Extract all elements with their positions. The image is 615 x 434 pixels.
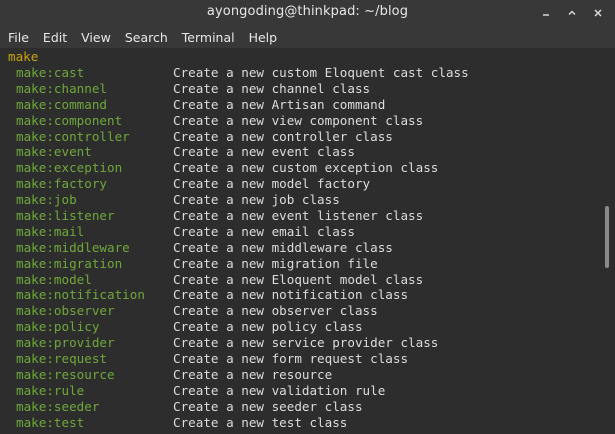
title-bar[interactable]: ayongoding@thinkpad: ~/blog <box>0 0 615 26</box>
maximize-icon[interactable] <box>565 6 579 20</box>
command-description: Create a new policy class <box>173 319 363 335</box>
command-name: make:component <box>16 112 123 128</box>
command-name: make:resource <box>16 366 115 382</box>
command-name: make:listener <box>16 208 115 224</box>
command-name: make:cast <box>16 65 85 80</box>
menu-search[interactable]: Search <box>125 29 168 45</box>
command-name: make:command <box>16 96 107 112</box>
command-description: Create a new test class <box>173 414 348 430</box>
command-description: Create a new notification class <box>173 287 409 303</box>
command-name: make:channel <box>16 80 107 96</box>
window-title: ayongoding@thinkpad: ~/blog <box>206 4 409 19</box>
command-name: make:factory <box>16 176 107 192</box>
command-description: Create a new event class <box>173 144 355 160</box>
command-description: Create a new controller class <box>173 128 393 144</box>
command-description: Create a new custom Eloquent cast class <box>173 65 469 80</box>
command-name: make:test <box>16 414 85 430</box>
vertical-scrollbar[interactable] <box>600 48 615 434</box>
window-controls <box>539 0 605 26</box>
menu-bar: File Edit View Search Terminal Help <box>0 26 615 48</box>
command-description: Create a new observer class <box>173 303 378 319</box>
command-name: make:policy <box>16 319 100 335</box>
command-name: make:event <box>16 144 92 160</box>
command-name: make:observer <box>16 303 115 319</box>
command-name: make:seeder <box>16 398 100 414</box>
command-name: make:notification <box>16 287 145 303</box>
command-name: make:exception <box>16 160 123 176</box>
command-description: Create a new custom exception class <box>173 160 439 176</box>
command-description: Create a new job class <box>173 192 340 208</box>
command-name: make:request <box>16 351 107 367</box>
command-name: make:rule <box>16 382 85 398</box>
command-name: make:migration <box>16 255 123 271</box>
command-description: Create a new event listener class <box>173 208 424 224</box>
command-name: make:controller <box>16 128 130 144</box>
menu-view[interactable]: View <box>81 29 111 45</box>
command-description: Create a new seeder class <box>173 398 363 414</box>
command-description: Create a new Eloquent model class <box>173 271 424 287</box>
scrollbar-thumb[interactable] <box>605 206 609 268</box>
command-description: Create a new middleware class <box>173 239 393 255</box>
command-name: make:mail <box>16 223 85 239</box>
menu-edit[interactable]: Edit <box>43 29 67 45</box>
command-description: Create a new form request class <box>173 351 409 367</box>
command-description: Create a new model factory <box>173 176 371 192</box>
command-description: Create a new view component class <box>173 112 424 128</box>
command-description: Create a new migration file <box>173 255 378 271</box>
command-name: make:job <box>16 192 77 208</box>
terminal-window: ayongoding@thinkpad: ~/blog File Edit Vi… <box>0 0 615 434</box>
command-group-header: make <box>8 49 39 64</box>
terminal-output[interactable]: make make:cast Create a new custom Eloque… <box>0 48 600 434</box>
command-name: make:provider <box>16 335 115 351</box>
command-description: Create a new validation rule <box>173 382 386 398</box>
minimize-icon[interactable] <box>539 6 553 20</box>
command-name: make:middleware <box>16 239 130 255</box>
command-description: Create a new resource <box>173 366 333 382</box>
command-description: Create a new channel class <box>173 80 371 96</box>
command-description: Create a new service provider class <box>173 335 439 351</box>
menu-terminal[interactable]: Terminal <box>182 29 235 45</box>
menu-help[interactable]: Help <box>249 29 278 45</box>
command-description: Create a new Artisan command <box>173 96 386 112</box>
command-name: make:model <box>16 271 92 287</box>
close-icon[interactable] <box>591 6 605 20</box>
menu-file[interactable]: File <box>8 29 29 45</box>
command-description: Create a new email class <box>173 223 355 239</box>
